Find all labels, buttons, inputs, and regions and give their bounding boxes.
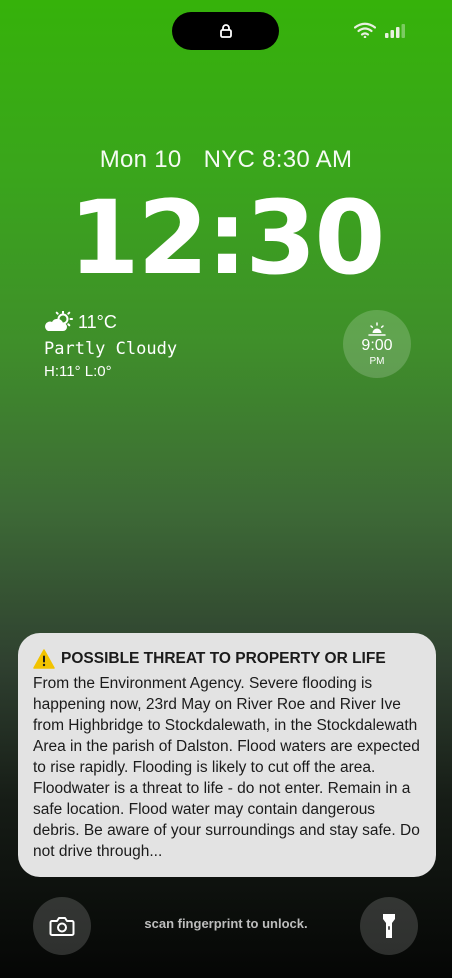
sunset-time: 9:00 [361, 336, 393, 354]
sunset-widget[interactable]: 9:00 PM [343, 310, 411, 378]
world-clock-label: NYC 8:30 AM [203, 146, 353, 173]
dynamic-island [172, 12, 279, 50]
lock-screen-clock: 12:30 [68, 179, 386, 298]
date-label: Mon 10 [99, 146, 182, 173]
weather-condition: Partly Cloudy [44, 339, 178, 359]
date-line: Mon 10 NYC 8:30 AM [0, 146, 452, 174]
status-bar [354, 22, 406, 38]
cellular-signal-icon [385, 24, 405, 38]
flashlight-button[interactable] [360, 897, 418, 955]
notification-title: POSSIBLE THREAT TO PROPERTY OR LIFE [61, 650, 386, 667]
wifi-icon [354, 22, 376, 38]
weather-temperature: 11°C [78, 311, 117, 332]
weather-widget[interactable]: 11°C Partly Cloudy H:11° L:0° [44, 311, 177, 380]
emergency-alert-notification[interactable]: POSSIBLE THREAT TO PROPERTY OR LIFE From… [18, 633, 436, 877]
warning-icon [33, 649, 55, 669]
partly-cloudy-icon [45, 311, 73, 331]
sunset-ampm: PM [369, 355, 385, 367]
weather-high-low: H:11° L:0° [44, 363, 112, 380]
sunset-icon [368, 321, 386, 336]
flashlight-icon [383, 914, 395, 938]
notification-body: From the Environment Agency. Severe floo… [33, 675, 420, 860]
lock-icon [219, 24, 232, 38]
